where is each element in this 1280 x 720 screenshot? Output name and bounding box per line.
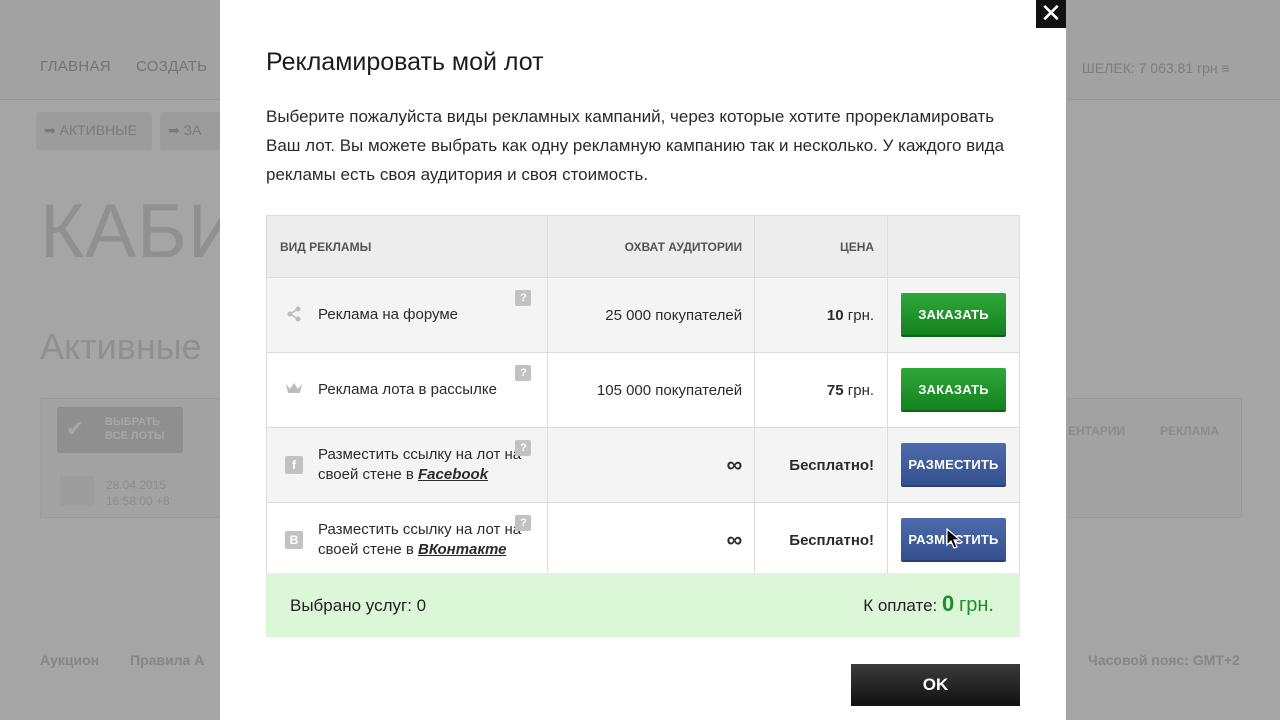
help-icon[interactable]: ? xyxy=(515,365,532,381)
price-value: Бесплатно! xyxy=(754,427,889,503)
ad-type-label: Разместить ссылку на лот на своей стене … xyxy=(318,446,522,483)
table-row: Реклама на форуме ? 25 000 покупателей 1… xyxy=(265,277,1020,353)
header-action xyxy=(887,215,1020,278)
close-icon[interactable]: ✕ xyxy=(1036,0,1066,28)
reach-value: ∞ xyxy=(547,427,756,503)
vkontakte-link[interactable]: ВКонтакте xyxy=(418,541,506,558)
advertise-lot-modal: Рекламировать мой лот Выберите пожалуйст… xyxy=(220,0,1066,720)
selected-services: Выбрано услуг: 0 xyxy=(290,596,427,615)
payment-total: К оплате: 0 грн. xyxy=(863,591,994,616)
ad-campaigns-table: ВИД РЕКЛАМЫ ОХВАТ АУДИТОРИИ ЦЕНА Реклама… xyxy=(265,215,1020,578)
modal-description: Выберите пожалуйста виды рекламных кампа… xyxy=(266,107,1005,184)
order-forum-button[interactable]: ЗАКАЗАТЬ xyxy=(901,293,1007,337)
table-row: Реклама лота в рассылке ? 105 000 покупа… xyxy=(265,352,1020,428)
table-header-row: ВИД РЕКЛАМЫ ОХВАТ АУДИТОРИИ ЦЕНА xyxy=(265,215,1020,278)
price-value: 75 грн. xyxy=(754,352,889,428)
facebook-link[interactable]: Facebook xyxy=(418,466,488,483)
reach-value: ∞ xyxy=(547,502,756,578)
order-summary: Выбрано услуг: 0 К оплате: 0 грн. xyxy=(266,573,1020,637)
order-newsletter-button[interactable]: ЗАКАЗАТЬ xyxy=(901,368,1007,412)
help-icon[interactable]: ? xyxy=(515,515,532,531)
header-ad-type: ВИД РЕКЛАМЫ xyxy=(265,215,549,278)
reach-value: 105 000 покупателей xyxy=(547,352,756,428)
help-icon[interactable]: ? xyxy=(515,290,532,306)
crown-icon xyxy=(285,381,303,399)
table-row: f Разместить ссылку на лот на своей стен… xyxy=(265,427,1020,503)
header-reach: ОХВАТ АУДИТОРИИ xyxy=(547,215,756,278)
header-price: ЦЕНА xyxy=(754,215,889,278)
reach-value: 25 000 покупателей xyxy=(547,277,756,353)
help-icon[interactable]: ? xyxy=(515,440,532,456)
price-value: 10 грн. xyxy=(754,277,889,353)
place-facebook-button[interactable]: РАЗМЕСТИТЬ xyxy=(901,443,1007,487)
share-icon xyxy=(285,306,303,324)
modal-title: Рекламировать мой лот xyxy=(266,48,544,76)
facebook-icon: f xyxy=(285,456,303,474)
mouse-cursor-icon xyxy=(946,528,962,549)
table-row: B Разместить ссылку на лот на своей стен… xyxy=(265,502,1020,578)
price-value: Бесплатно! xyxy=(754,502,889,578)
ad-type-label: Реклама лота в рассылке xyxy=(318,381,497,398)
ok-button[interactable]: OK xyxy=(851,664,1020,706)
vkontakte-icon: B xyxy=(285,531,303,549)
payment-amount: 0 xyxy=(941,591,955,616)
ad-type-label: Разместить ссылку на лот на своей стене … xyxy=(318,521,522,558)
ad-type-label: Реклама на форуме xyxy=(318,306,458,323)
